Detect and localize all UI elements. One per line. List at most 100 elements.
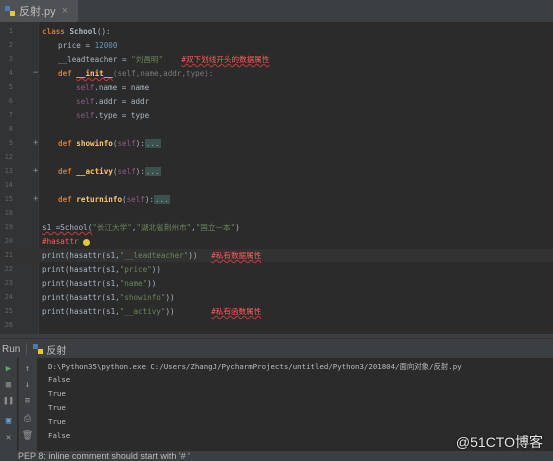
line-number: 2 — [8, 41, 13, 49]
pause-icon[interactable]: ❚❚ — [3, 395, 14, 406]
folded-code-placeholder[interactable]: ... — [144, 139, 161, 148]
folded-code-placeholder[interactable]: ... — [154, 195, 170, 204]
code-text: )) — [147, 279, 157, 288]
self-keyword: self — [76, 83, 95, 92]
line-number: 13 — [4, 167, 13, 175]
code-line: 9 + def showinfo(self):... — [0, 137, 553, 150]
comment: #私有函数属性 — [211, 307, 262, 316]
arrow-down-icon[interactable]: ↓ — [22, 379, 33, 390]
code-text: ): — [135, 167, 145, 176]
code-editor[interactable]: 1 class School(): 2 price = 12000 3 __le… — [0, 22, 553, 334]
function-name: showinfo — [76, 139, 113, 148]
trash-icon[interactable]: 🗑 — [22, 430, 33, 441]
editor-tab-bar: 反射.py × — [0, 0, 553, 23]
code-text: .type = type — [94, 111, 150, 120]
code-text: ): — [144, 195, 155, 204]
comment: #私有数据属性 — [211, 251, 262, 260]
console-output-line: True — [48, 389, 66, 398]
code-line: 25 print(hasattr(s1,"__activy")) #私有函数属性 — [0, 305, 553, 318]
code-text: print(hasattr(s1, — [42, 251, 120, 260]
fold-icon[interactable]: − — [33, 67, 38, 80]
status-message: PEP 8: inline comment should start with … — [18, 451, 190, 461]
settings-icon[interactable]: ▣ — [3, 415, 14, 426]
console-output-line: False — [48, 375, 71, 384]
python-file-icon — [5, 6, 15, 16]
comment: #hasattr — [42, 237, 79, 246]
code-line: 2 price = 12000 — [0, 39, 553, 52]
expand-icon[interactable]: + — [33, 193, 38, 206]
line-number: 1 — [8, 27, 13, 35]
expand-icon[interactable]: + — [33, 165, 38, 178]
self-keyword: self — [76, 111, 95, 120]
tab-reflect-py[interactable]: 反射.py × — [0, 0, 78, 22]
close-icon[interactable]: ✕ — [3, 432, 14, 443]
stop-icon[interactable]: ■ — [3, 379, 14, 390]
string-literal: "__leadteacher" — [119, 251, 189, 260]
separator — [26, 343, 28, 355]
arrow-up-icon[interactable]: ↑ — [22, 363, 33, 374]
function-name: __activy — [76, 167, 113, 176]
console-command: D:\Python35\python.exe C:/Users/ZhangJ/P… — [48, 362, 462, 371]
run-panel-header: Run 反射 — [0, 338, 553, 359]
line-number: 3 — [8, 55, 13, 63]
code-line: 7 self.type = type — [0, 109, 553, 122]
self-keyword: self — [117, 139, 136, 148]
self-keyword: self — [76, 97, 95, 106]
line-number: 14 — [4, 181, 13, 189]
code-line: 24 print(hasattr(s1,"showinfo")) — [0, 291, 553, 304]
string-literal: "湖北省荆州市" — [136, 223, 192, 232]
code-text: )) — [151, 265, 161, 274]
code-text: .addr = addr — [94, 97, 150, 106]
code-line: 14 — [0, 179, 553, 192]
line-number: 23 — [4, 279, 13, 287]
keyword: def — [58, 195, 77, 204]
soft-wrap-icon[interactable]: ≡ — [22, 395, 33, 406]
code-line: 3 __leadteacher = "刘昌明" #双下划线开头的数据属性 — [0, 53, 553, 66]
run-tool-label[interactable]: Run — [2, 344, 20, 355]
keyword: class — [42, 27, 70, 36]
code-text: (): — [96, 27, 111, 36]
code-text: s1 =School( — [42, 223, 93, 232]
console-output-line: True — [48, 417, 66, 426]
code-line: 23 print(hasattr(s1,"name")) — [0, 277, 553, 290]
comment: #双下划线开头的数据属性 — [181, 55, 270, 64]
line-number: 25 — [4, 307, 13, 315]
expand-icon[interactable]: + — [33, 137, 38, 150]
line-number: 26 — [4, 321, 13, 329]
code-line: 20 #hasattr — [0, 235, 553, 248]
self-keyword: self — [126, 195, 145, 204]
class-name: School — [69, 27, 97, 36]
line-number: 7 — [8, 111, 13, 119]
current-code-line: 21 print(hasattr(s1,"__leadteacher")) #私… — [0, 249, 553, 262]
print-icon[interactable]: ⎙ — [22, 413, 33, 424]
function-name: returninfo — [76, 195, 123, 204]
code-line: 4 − def __init__(self,name,addr,type): — [0, 67, 553, 80]
code-line: 8 — [0, 123, 553, 136]
rerun-icon[interactable]: ▶ — [3, 363, 14, 374]
string-literal: "showinfo" — [119, 293, 166, 302]
code-text: )) — [165, 293, 175, 302]
code-text: print(hasattr(s1, — [42, 265, 120, 274]
close-icon[interactable]: × — [62, 5, 68, 17]
python-file-icon — [33, 344, 44, 354]
code-line: 13 + def __activy(self):... — [0, 165, 553, 178]
line-number: 8 — [8, 125, 13, 133]
code-text: ) — [235, 223, 240, 232]
string-literal: "国立一本" — [195, 223, 236, 232]
run-config-name[interactable]: 反射 — [46, 342, 66, 357]
code-line: 12 — [0, 151, 553, 164]
code-text: price = — [58, 41, 95, 50]
code-text: __leadteacher = — [58, 55, 132, 64]
lightbulb-icon[interactable] — [83, 238, 91, 246]
self-keyword: self — [117, 167, 136, 176]
line-number: 20 — [4, 237, 13, 245]
line-number: 19 — [4, 223, 13, 231]
line-number: 18 — [4, 209, 13, 217]
console-output-line: False — [48, 431, 71, 440]
keyword: def — [58, 167, 77, 176]
line-number: 21 — [4, 251, 13, 259]
code-line: 18 — [0, 207, 553, 220]
line-number: 22 — [4, 265, 13, 273]
folded-code-placeholder[interactable]: ... — [144, 167, 161, 176]
code-line: 15 + def returninfo(self):... — [0, 193, 553, 206]
